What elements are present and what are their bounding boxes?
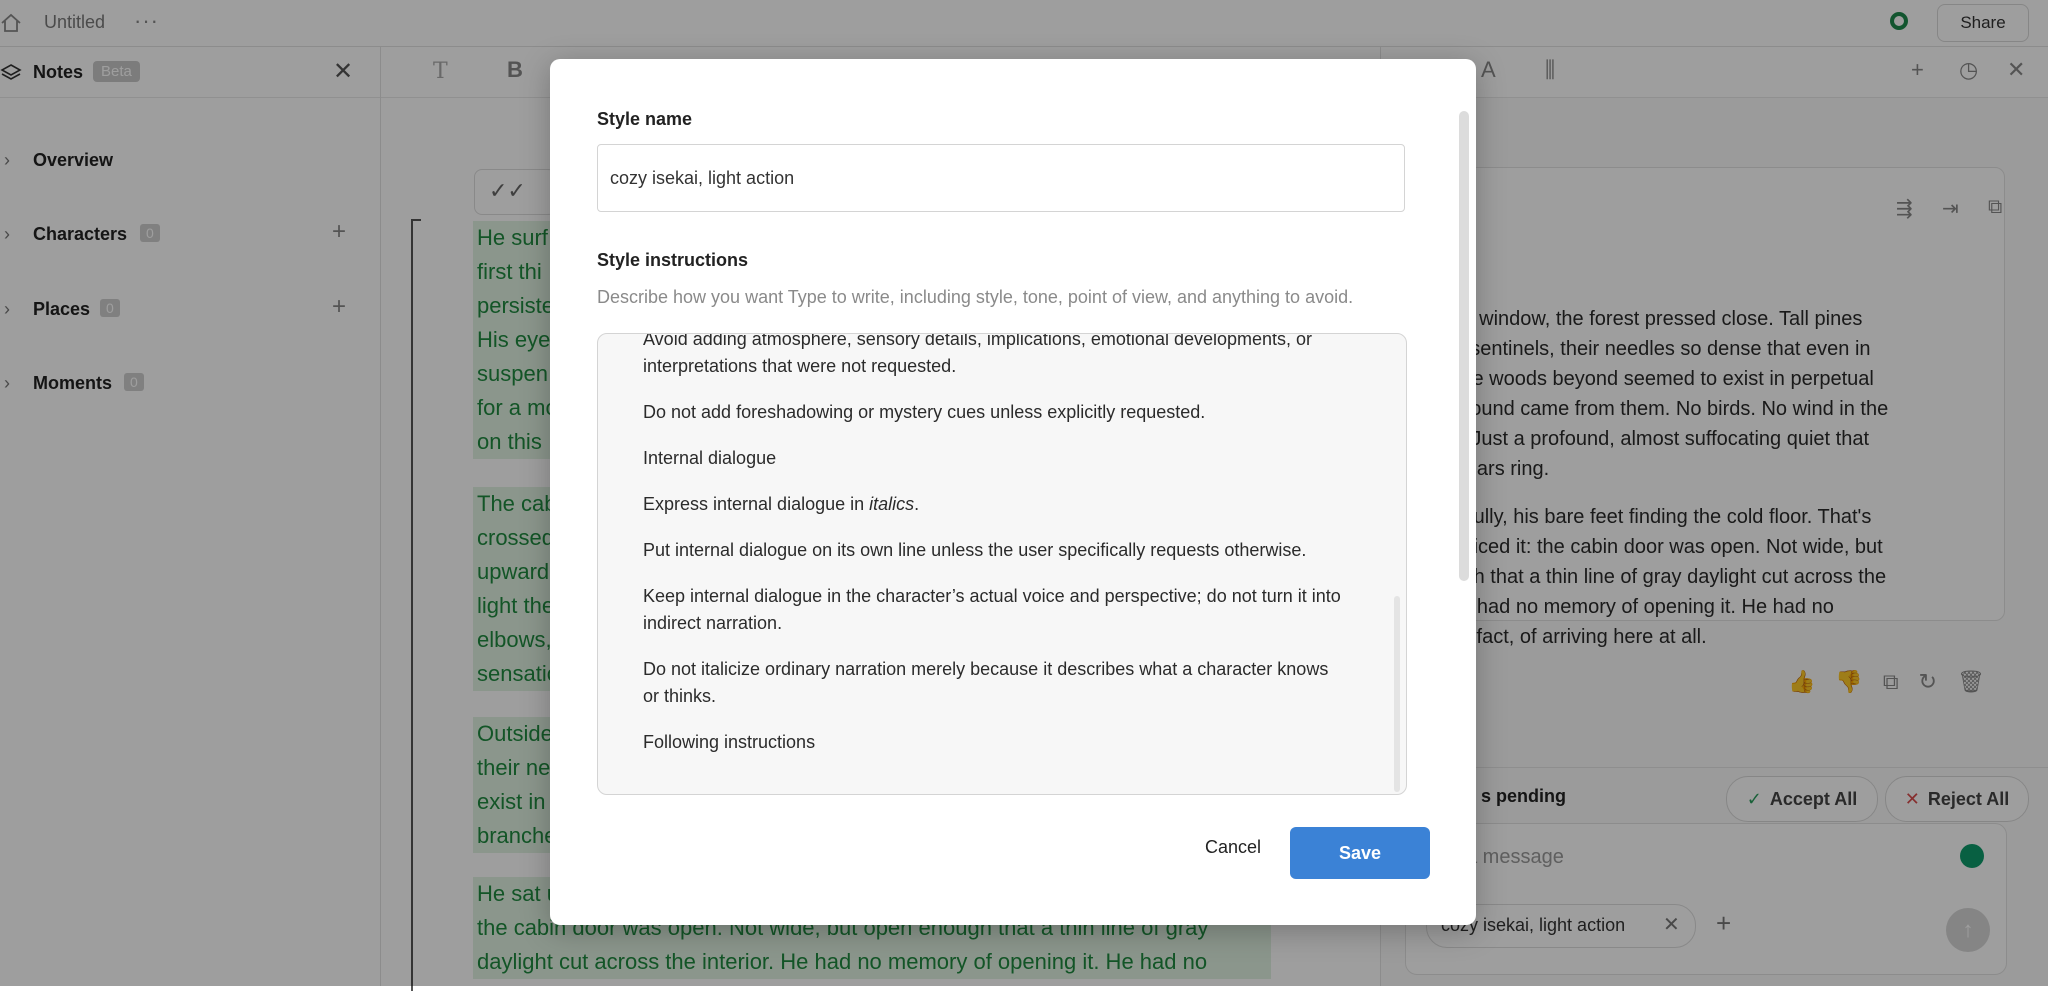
cancel-button[interactable]: Cancel (1178, 821, 1288, 873)
style-editor-dialog: Style name Style instructions Describe h… (550, 59, 1476, 925)
style-name-label: Style name (597, 109, 693, 129)
style-name-input[interactable] (597, 144, 1405, 212)
instruction-line: Express internal dialogue in italics. (643, 494, 920, 514)
instructions-list: Avoid adding atmosphere, sensory details… (643, 333, 1343, 775)
instructions-scrollbar[interactable] (1394, 596, 1400, 792)
style-instructions-description: Describe how you want Type to write, inc… (597, 287, 1354, 307)
instruction-line: Do not italicize ordinary narration mere… (643, 659, 1329, 706)
dialog-scrollbar[interactable] (1459, 111, 1469, 581)
style-instructions-textarea[interactable]: Avoid adding atmosphere, sensory details… (597, 333, 1407, 795)
instruction-line: Keep internal dialogue in the character’… (643, 586, 1341, 633)
instruction-line: Do not add foreshadowing or mystery cues… (643, 402, 1206, 422)
instruction-line: Put internal dialogue on its own line un… (643, 540, 1307, 560)
save-button[interactable]: Save (1290, 827, 1430, 879)
instruction-line: Avoid adding atmosphere, sensory details… (643, 333, 1313, 376)
instruction-line: Internal dialogue (643, 448, 777, 468)
instruction-line: Following instructions (643, 732, 816, 752)
style-instructions-label: Style instructions (597, 250, 749, 270)
